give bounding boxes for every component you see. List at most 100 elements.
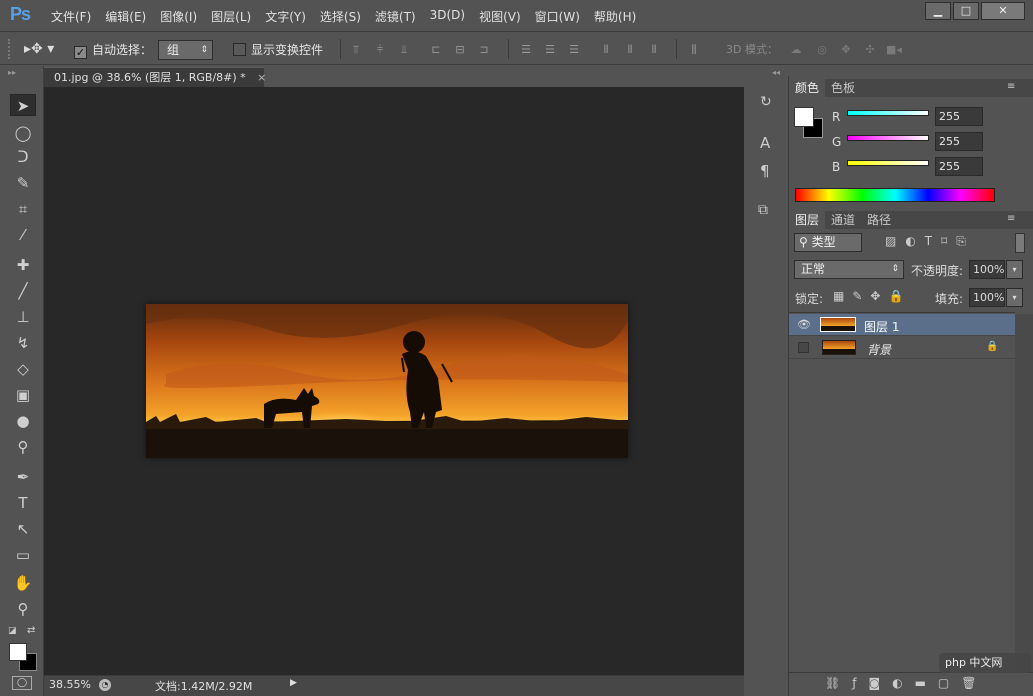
foreground-color-swatch[interactable] [9, 643, 27, 661]
options-grip[interactable] [8, 39, 12, 59]
3d-rotate-icon[interactable]: ☁ [788, 43, 804, 57]
document-image[interactable] [146, 304, 628, 458]
tab-paths[interactable]: 路径 [861, 211, 897, 229]
channel-b-slider[interactable] [847, 160, 929, 166]
minimize-button[interactable]: ▁ [925, 2, 951, 20]
pen-tool-icon[interactable]: ✒ [10, 466, 36, 488]
ellipse-marquee-tool-icon[interactable]: ◯ [10, 122, 36, 144]
channel-g-slider[interactable] [847, 135, 929, 141]
eye-icon[interactable]: 👁 [797, 318, 811, 331]
align-top-icon[interactable]: ⫪ [348, 43, 364, 57]
menu-file[interactable]: 文件(F) [44, 8, 98, 25]
path-selection-tool-icon[interactable]: ↖ [10, 518, 36, 540]
tab-swatches[interactable]: 色板 [825, 79, 861, 97]
auto-select-target-dropdown[interactable]: 组 ⇕ [158, 40, 213, 60]
3d-roll-icon[interactable]: ◎ [814, 43, 830, 57]
quick-selection-tool-icon[interactable]: ✎ [10, 172, 36, 194]
move-tool-icon[interactable]: ➤ [10, 94, 36, 116]
distribute-right-icon[interactable]: ⫴ [646, 43, 662, 57]
crop-tool-icon[interactable]: ⌗ [10, 198, 36, 220]
default-colors-icon[interactable]: ◪ [8, 626, 17, 636]
menu-select[interactable]: 选择(S) [313, 8, 368, 25]
zoom-tool-icon[interactable]: ⚲ [10, 598, 36, 620]
filter-toggle-switch[interactable] [1015, 233, 1025, 253]
paragraph-panel-icon[interactable]: ¶ [760, 162, 770, 180]
canvas-area[interactable] [44, 87, 744, 675]
layer-row-layer1[interactable]: 👁 图层 1 [789, 314, 1015, 336]
eraser-tool-icon[interactable]: ◇ [10, 358, 36, 380]
3d-panel-icon[interactable]: ⧉ [758, 202, 768, 218]
opacity-dropdown-icon[interactable]: ▾ [1006, 260, 1023, 279]
menu-window[interactable]: 窗口(W) [528, 8, 587, 25]
3d-slide-icon[interactable]: ✣ [862, 43, 878, 57]
history-brush-tool-icon[interactable]: ↯ [10, 332, 36, 354]
layer-row-background[interactable]: 背景 🔒 [789, 337, 1015, 359]
menu-layer[interactable]: 图层(L) [204, 8, 258, 25]
document-tab-close-icon[interactable]: × [257, 71, 266, 84]
healing-brush-tool-icon[interactable]: ✚ [10, 254, 36, 276]
move-tool-preset-icon[interactable]: ▸✥ ▾ [24, 41, 54, 57]
align-left-icon[interactable]: ⊏ [428, 43, 444, 57]
zoom-level[interactable]: 38.55% [49, 678, 91, 691]
panel-collapse-icon[interactable]: ◂◂ [772, 68, 780, 77]
tab-color[interactable]: 颜色 [789, 79, 826, 97]
layer-filter-icons[interactable]: ▨◐T⌑⎘ [885, 234, 975, 249]
toolbox-collapse-icon[interactable]: ▸▸ [8, 68, 16, 77]
tab-layers[interactable]: 图层 [789, 211, 826, 229]
rectangle-shape-tool-icon[interactable]: ▭ [10, 544, 36, 566]
opacity-input[interactable]: 100% [969, 260, 1005, 279]
menu-filter[interactable]: 滤镜(T) [368, 8, 423, 25]
layer-name[interactable]: 图层 1 [864, 318, 899, 335]
clone-stamp-tool-icon[interactable]: ⊥ [10, 306, 36, 328]
channel-b-value[interactable]: 255 [935, 157, 983, 176]
channel-r-value[interactable]: 255 [935, 107, 983, 126]
menu-help[interactable]: 帮助(H) [587, 8, 643, 25]
dodge-tool-icon[interactable]: ⚲ [10, 436, 36, 458]
show-transform-checkbox[interactable] [233, 43, 246, 56]
distribute-hcenter-icon[interactable]: ⫴ [622, 43, 638, 57]
eyedropper-tool-icon[interactable]: ⁄ [10, 224, 36, 246]
3d-scale-icon[interactable]: ■◂ [886, 43, 902, 57]
align-bottom-icon[interactable]: ⫫ [396, 43, 412, 57]
3d-pan-icon[interactable]: ✥ [838, 43, 854, 57]
layer-filter-dropdown[interactable]: ⚲ 类型 [794, 233, 862, 252]
menu-image[interactable]: 图像(I) [153, 8, 204, 25]
close-button[interactable]: ✕ [981, 2, 1025, 20]
tab-channels[interactable]: 通道 [825, 211, 861, 229]
color-panel-menu-icon[interactable]: ≡ [1007, 81, 1015, 92]
status-menu-arrow-icon[interactable]: ▶ [290, 678, 297, 688]
gradient-tool-icon[interactable]: ▣ [10, 384, 36, 406]
blur-tool-icon[interactable]: ● [10, 410, 36, 432]
quick-mask-icon[interactable]: ◯ [12, 676, 32, 690]
character-panel-icon[interactable]: A [760, 134, 770, 152]
menu-edit[interactable]: 编辑(E) [98, 8, 153, 25]
lasso-tool-icon[interactable]: ᑐ [10, 146, 36, 168]
swap-colors-icon[interactable]: ⇄ [27, 625, 35, 636]
distribute-top-icon[interactable]: ☰ [518, 43, 534, 57]
distribute-left-icon[interactable]: ⫴ [598, 43, 614, 57]
history-panel-icon[interactable]: ↻ [760, 94, 772, 110]
blend-mode-dropdown[interactable]: 正常 ⇕ [794, 260, 904, 279]
document-tab[interactable]: 01.jpg @ 38.6% (图层 1, RGB/8#) * × [44, 67, 266, 87]
status-info-icon[interactable]: ◔ [99, 679, 111, 691]
hand-tool-icon[interactable]: ✋ [10, 572, 36, 594]
channel-r-slider[interactable] [847, 110, 929, 116]
align-vcenter-icon[interactable]: ⫩ [372, 43, 388, 57]
menu-view[interactable]: 视图(V) [472, 8, 528, 25]
auto-select-option[interactable]: ✓ 自动选择： [74, 41, 152, 59]
fill-input[interactable]: 100% [969, 288, 1005, 307]
show-transform-option[interactable]: 显示变换控件 [233, 41, 323, 58]
lock-icons[interactable]: ▦✎✥🔒 [833, 289, 911, 303]
color-spectrum-ramp[interactable] [795, 188, 995, 202]
distribute-bottom-icon[interactable]: ☰ [566, 43, 582, 57]
color-fg-swatch[interactable] [794, 107, 814, 127]
layer-name[interactable]: 背景 [867, 341, 891, 358]
auto-align-icon[interactable]: ⫼ [686, 43, 702, 57]
layers-footer-icons[interactable]: ⛓ƒ◙◐▬▢🗑 [825, 676, 988, 690]
visibility-toggle-empty[interactable] [798, 342, 809, 353]
distribute-vcenter-icon[interactable]: ☰ [542, 43, 558, 57]
align-hcenter-icon[interactable]: ⊟ [452, 43, 468, 57]
channel-g-value[interactable]: 255 [935, 132, 983, 151]
menu-type[interactable]: 文字(Y) [258, 8, 313, 25]
layers-scrollbar[interactable] [1015, 314, 1033, 674]
